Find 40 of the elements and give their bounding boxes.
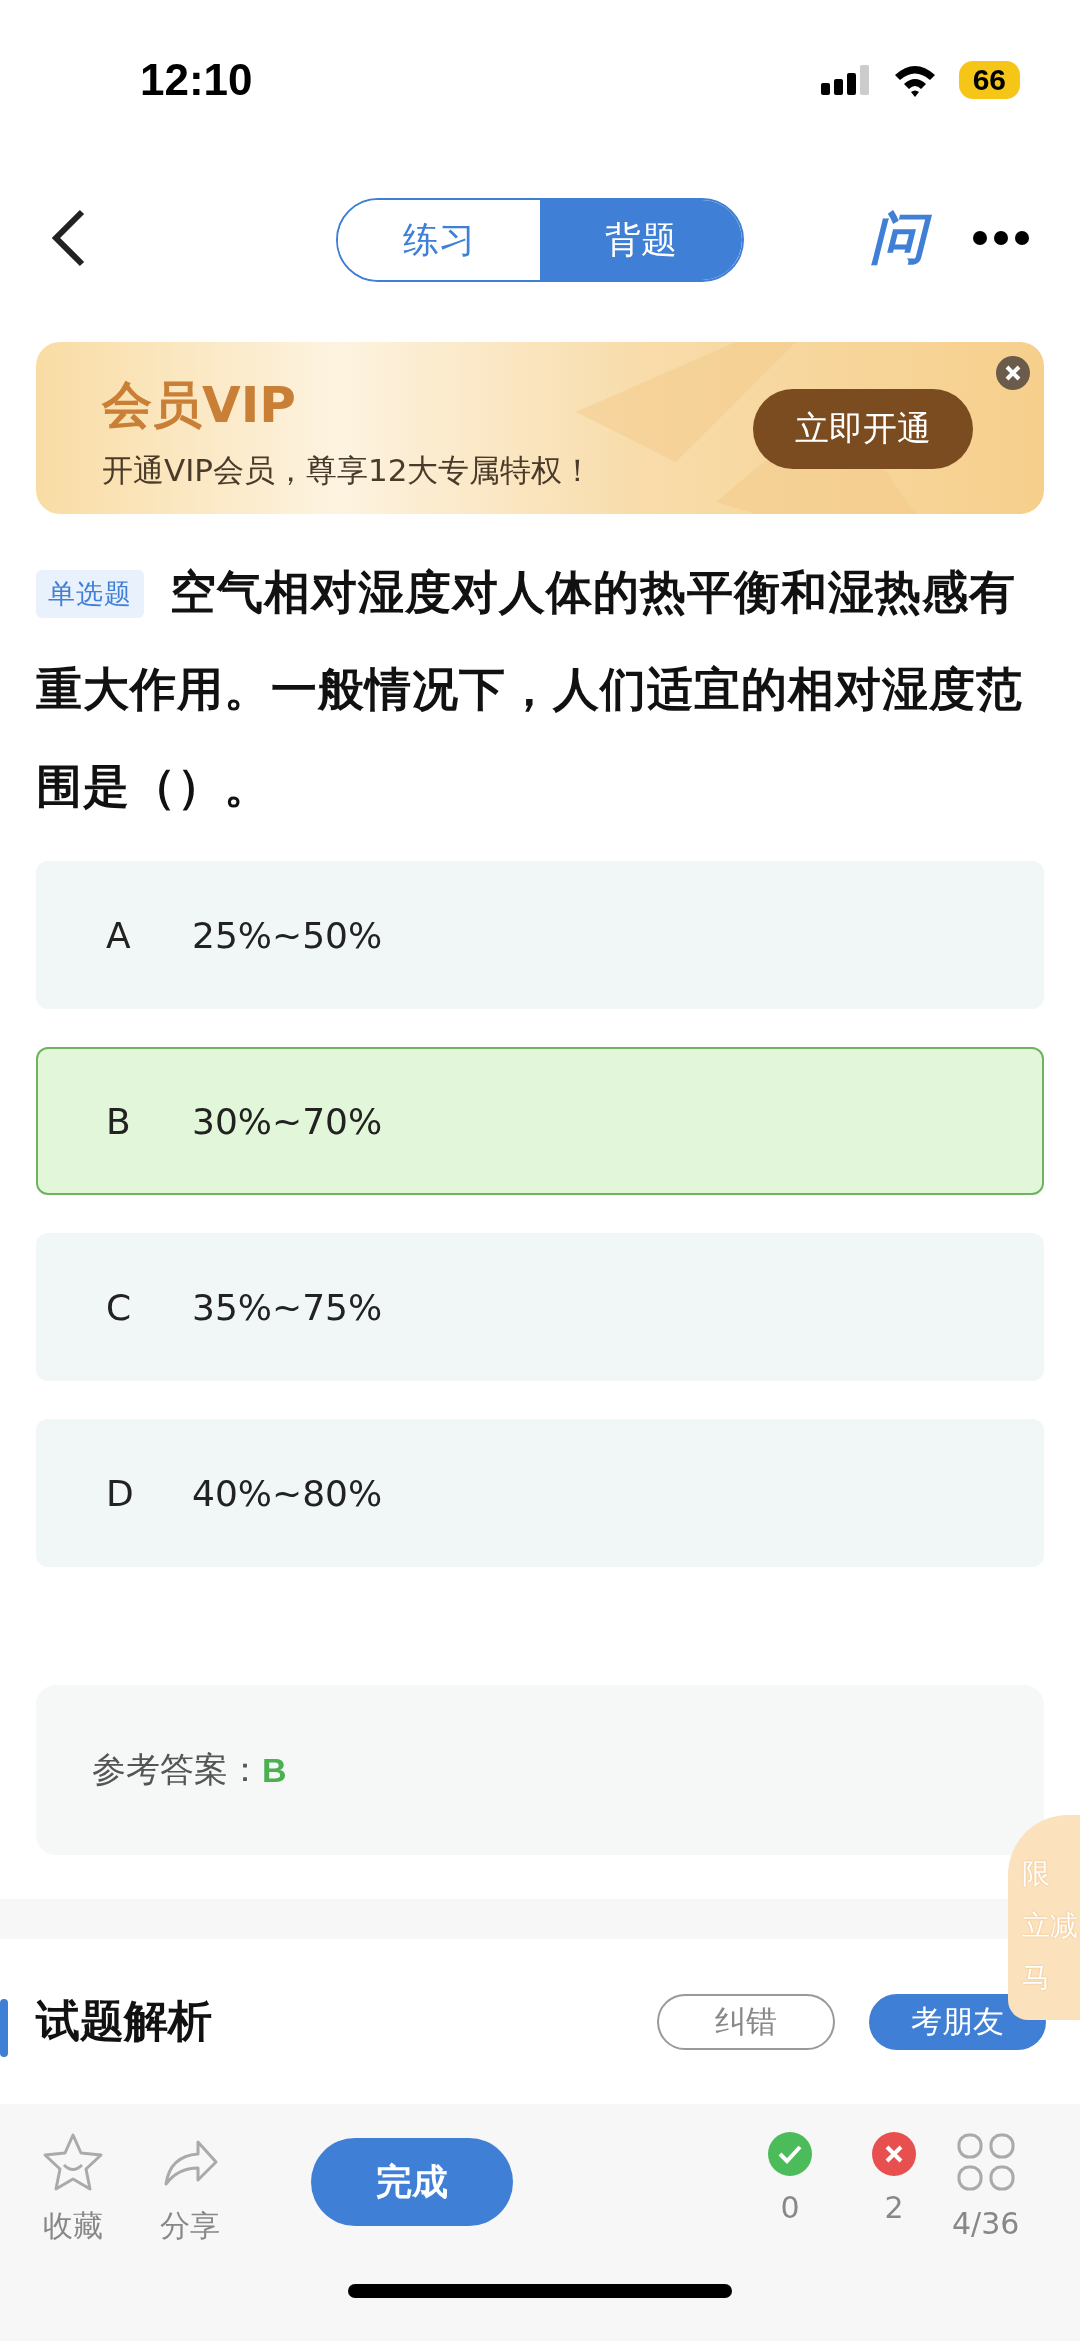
option-letter: A [106, 914, 132, 956]
wrong-count[interactable]: 2 [884, 2190, 904, 2225]
option-letter: D [106, 1472, 135, 1514]
correct-icon [768, 2132, 812, 2176]
section-title: 试题解析 [36, 1994, 213, 2048]
vip-title: 会员VIP [102, 375, 296, 436]
clock: 12:10 [140, 55, 253, 105]
accent-bar [0, 1999, 8, 2057]
option-text: 40%~80% [192, 1472, 383, 1514]
answer-option[interactable]: B 30%~70% [36, 1047, 1044, 1195]
star-icon[interactable] [42, 2132, 104, 2192]
question-type-tag: 单选题 [36, 570, 144, 618]
favorite-label[interactable]: 收藏 [43, 2206, 103, 2247]
option-text: 35%~75% [192, 1286, 383, 1328]
signal-icon [820, 63, 871, 97]
option-letter: C [106, 1286, 133, 1328]
ask-button[interactable]: 问 [866, 198, 938, 278]
share-label[interactable]: 分享 [160, 2206, 220, 2247]
report-error-button[interactable]: 纠错 [657, 1993, 835, 2050]
close-icon[interactable] [996, 356, 1030, 390]
answer-option[interactable]: D 40%~80% [36, 1419, 1044, 1567]
option-text: 25%~50% [192, 914, 383, 956]
more-icon[interactable] [972, 230, 1030, 246]
mode-tab[interactable]: 背题 [540, 200, 742, 280]
wrong-icon [872, 2132, 916, 2176]
answer-option[interactable]: C 35%~75% [36, 1233, 1044, 1381]
question-text: 单选题 空气相对湿度对人体的热平衡和湿热感有重大作用。一般情况下，人们适宜的相对湿度范围是（）。 [36, 564, 1024, 815]
activate-button[interactable]: 立即开通 [753, 389, 973, 469]
quiz-friend-button[interactable]: 考朋友 [869, 1993, 1046, 2050]
back-icon[interactable] [50, 208, 86, 268]
option-letter: B [106, 1100, 132, 1142]
answer-label: 参考答案： [92, 1748, 262, 1791]
vip-subtitle: 开通VIP会员，尊享12大专属特权！ [102, 451, 594, 490]
answer-value: B [262, 1750, 287, 1790]
correct-count[interactable]: 0 [780, 2190, 800, 2225]
answer-option[interactable]: A 25%~50% [36, 861, 1044, 1009]
done-button[interactable]: 完成 [311, 2138, 513, 2226]
progress-count[interactable]: 4/36 [952, 2206, 1020, 2241]
battery-indicator: 66 [958, 61, 1020, 99]
option-text: 30%~70% [192, 1100, 383, 1142]
